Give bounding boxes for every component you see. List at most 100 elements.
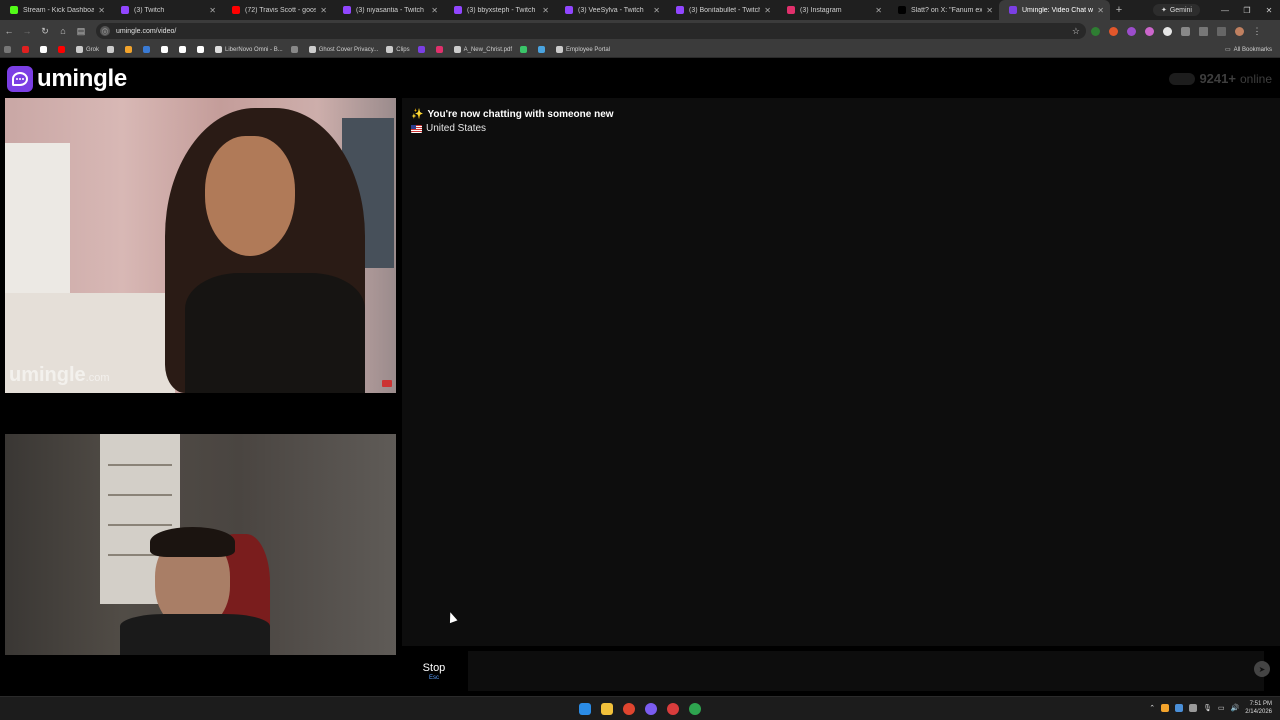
back-icon[interactable]: ←	[0, 26, 18, 36]
sidepanel-icon[interactable]: ▤	[72, 26, 90, 37]
site-logo[interactable]: umingle	[7, 65, 127, 93]
close-tab-icon[interactable]: ✕	[431, 6, 438, 15]
tray-app-icon[interactable]	[1161, 704, 1170, 712]
chrome-profile-icon[interactable]	[665, 701, 681, 717]
profile-avatar[interactable]	[1230, 26, 1248, 36]
system-clock[interactable]: 7:51 PM 2/14/2026	[1245, 700, 1272, 716]
person-face	[205, 136, 295, 256]
all-bookmarks-button[interactable]: ▭ All Bookmarks	[1225, 46, 1272, 54]
bookmark-item[interactable]	[143, 46, 153, 53]
maximize-window-button[interactable]: ❐	[1236, 6, 1258, 15]
browser-tab[interactable]: (3) VeeSylva - Twitch ✕	[555, 0, 666, 20]
volume-icon[interactable]: 🔊	[1231, 704, 1240, 712]
browser-tab[interactable]: (3) Twitch ✕	[111, 0, 222, 20]
chat-composer: Stop Esc ➤	[402, 647, 1280, 695]
bookmark-item[interactable]: Grok	[76, 46, 99, 53]
bookmark-item[interactable]	[435, 46, 446, 53]
network-icon[interactable]: ▭	[1218, 704, 1225, 712]
close-tab-icon[interactable]: ✕	[209, 6, 216, 15]
stop-button[interactable]: Stop Esc	[410, 652, 458, 690]
extension-icon[interactable]	[1086, 26, 1104, 36]
watermark-main: umingle	[9, 364, 86, 386]
stop-label: Stop	[422, 661, 446, 674]
close-tab-icon[interactable]: ✕	[98, 6, 105, 15]
send-icon[interactable]: ➤	[1254, 661, 1270, 677]
close-tab-icon[interactable]: ✕	[320, 6, 327, 15]
reload-icon[interactable]: ↻	[36, 26, 54, 37]
extension-icon[interactable]	[1122, 26, 1140, 36]
home-icon[interactable]: ⌂	[54, 26, 72, 36]
extension-icon[interactable]	[1158, 26, 1176, 36]
person-body	[185, 273, 365, 393]
bookmark-item[interactable]	[161, 46, 171, 53]
tab-favicon-icon	[343, 6, 351, 14]
site-info-icon[interactable]: ⓘ	[100, 26, 110, 36]
tab-title: Stream - Kick Dashboard	[23, 6, 95, 14]
tab-favicon-icon	[565, 6, 573, 14]
browser-tab[interactable]: (3) niyasantia - Twitch ✕	[333, 0, 444, 20]
tray-app-icon[interactable]	[1175, 704, 1184, 712]
system-message-text: You're now chatting with someone new	[427, 109, 614, 120]
stranger-video: umingle.com	[5, 98, 396, 393]
bookmark-item[interactable]	[179, 46, 189, 53]
bookmark-favicon-icon	[555, 46, 563, 53]
message-input[interactable]	[468, 651, 1264, 691]
close-window-button[interactable]: ✕	[1258, 6, 1280, 15]
start-button[interactable]	[577, 701, 593, 717]
bookmark-item[interactable]	[519, 46, 530, 53]
cast-icon[interactable]	[1194, 26, 1212, 36]
tray-overflow-icon[interactable]: ⌃	[1149, 704, 1155, 712]
watermark-tld: .com	[85, 372, 110, 384]
gemini-button[interactable]: ✦ Gemini	[1152, 4, 1200, 16]
close-tab-icon[interactable]: ✕	[1097, 6, 1104, 15]
bookmark-item[interactable]	[40, 46, 50, 53]
close-tab-icon[interactable]: ✕	[986, 6, 993, 15]
close-tab-icon[interactable]: ✕	[653, 6, 660, 15]
bookmark-item[interactable]	[197, 46, 207, 53]
discord-icon[interactable]	[643, 701, 659, 717]
extensions-puzzle-icon[interactable]	[1176, 26, 1194, 36]
chrome-icon[interactable]	[621, 701, 637, 717]
clock-date: 2/14/2026	[1245, 709, 1272, 715]
tray-app-icon[interactable]	[1189, 704, 1198, 712]
forward-icon[interactable]: →	[18, 26, 36, 36]
close-tab-icon[interactable]: ✕	[542, 6, 549, 15]
bookmark-item[interactable]: A_New_Christ.pdf	[453, 46, 512, 53]
bookmark-item[interactable]	[417, 46, 428, 53]
xbox-icon[interactable]	[687, 701, 703, 717]
bookmark-item[interactable]: Clips	[386, 46, 410, 53]
browser-tab[interactable]: (3) Bonitabullet - Twitch ✕	[666, 0, 777, 20]
bookmark-item[interactable]: LiberNovo Omni - B...	[215, 46, 283, 53]
browser-tab[interactable]: Umingle: Video Chat wi ✕	[999, 0, 1110, 20]
bookmark-item[interactable]	[537, 46, 548, 53]
apps-grid-icon[interactable]	[4, 46, 14, 53]
bookmark-item[interactable]	[107, 46, 117, 53]
report-flag-icon[interactable]	[382, 380, 392, 387]
new-tab-button[interactable]: +	[1110, 4, 1128, 16]
online-label: online	[1239, 71, 1272, 86]
bookmark-item[interactable]	[290, 46, 301, 53]
browser-tab[interactable]: (3) Instagram ✕	[777, 0, 888, 20]
microphone-icon[interactable]: 🎙	[1203, 704, 1212, 712]
bookmark-label: A_New_Christ.pdf	[463, 46, 512, 53]
browser-tab[interactable]: Stream - Kick Dashboard ✕	[0, 0, 111, 20]
browser-tab[interactable]: (72) Travis Scott - goosebum✕	[222, 0, 333, 20]
bookmark-item[interactable]: Employee Portal	[555, 46, 610, 53]
browser-tab[interactable]: (3) bbyxsteph - Twitch ✕	[444, 0, 555, 20]
extension-icon[interactable]	[1104, 26, 1122, 36]
media-icon[interactable]	[1212, 26, 1230, 36]
bookmark-item[interactable]: Ghost Cover Privacy...	[308, 46, 378, 53]
file-explorer-icon[interactable]	[599, 701, 615, 717]
minimize-window-button[interactable]: —	[1214, 6, 1236, 15]
bookmark-favicon-icon	[386, 46, 394, 53]
close-tab-icon[interactable]: ✕	[875, 6, 882, 15]
extension-icon[interactable]	[1140, 26, 1158, 36]
menu-kebab-icon[interactable]: ⋮	[1248, 26, 1266, 37]
browser-tab[interactable]: Slatt? on X: "Fanum exposes✕	[888, 0, 999, 20]
bookmark-item[interactable]	[125, 46, 135, 53]
bookmark-star-icon[interactable]: ☆	[1072, 26, 1080, 37]
close-tab-icon[interactable]: ✕	[764, 6, 771, 15]
bookmark-item[interactable]	[22, 46, 32, 53]
bookmark-item[interactable]	[58, 46, 68, 53]
address-bar[interactable]: ⓘ umingle.com/video/ ☆	[96, 23, 1086, 39]
